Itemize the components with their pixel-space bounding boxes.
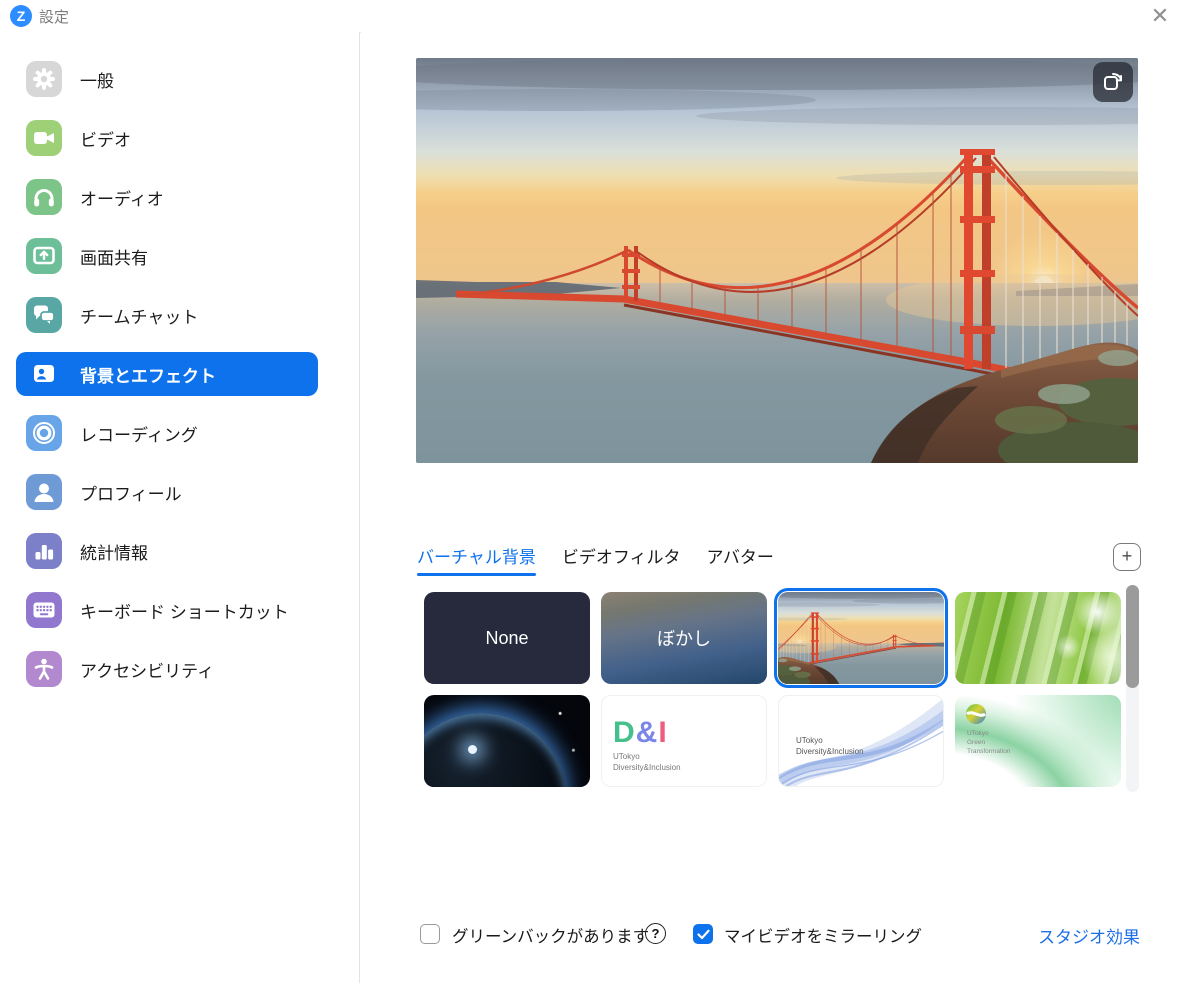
sidebar-item-label: アクセシビリティ	[80, 657, 214, 682]
gear-icon	[26, 61, 62, 97]
sidebar-item-accessibility[interactable]: アクセシビリティ	[16, 647, 318, 691]
sidebar-item-profile[interactable]: プロフィール	[16, 470, 318, 514]
footer-controls: グリーンバックがあります ? マイビデオをミラーリング スタジオ効果	[361, 922, 1194, 954]
thumbnail-grass[interactable]	[955, 592, 1121, 684]
thumbnail-diversity-inclusion-logo[interactable]: D&I UTokyoDiversity&Inclusion	[601, 695, 767, 787]
golden-gate-preview-image	[416, 58, 1138, 463]
thumbnail-green-transformation[interactable]: UTokyoGreenTransformation	[955, 695, 1121, 787]
headphones-icon	[26, 179, 62, 215]
tab-label: ビデオフィルタ	[562, 548, 681, 567]
sidebar-item-label: 画面共有	[80, 244, 148, 269]
help-icon[interactable]: ?	[645, 923, 666, 944]
sidebar-item-label: プロフィール	[80, 480, 182, 505]
bar-chart-icon	[26, 533, 62, 569]
sidebar-item-label: チームチャット	[80, 303, 198, 328]
sidebar-item-label: 統計情報	[80, 539, 148, 564]
sidebar-item-label: ビデオ	[80, 126, 131, 151]
zoom-logo-icon: Z	[10, 5, 32, 27]
sidebar-item-label: キーボード ショートカット	[80, 598, 289, 623]
rotate-preview-button[interactable]	[1093, 62, 1133, 102]
checkmark-icon	[697, 929, 710, 940]
thumbnail-diversity-inclusion-wave[interactable]: UTokyoDiversity&Inclusion	[778, 695, 944, 787]
sidebar-item-statistics[interactable]: 統計情報	[16, 529, 318, 573]
accessibility-icon	[26, 651, 62, 687]
sidebar-item-label: 一般	[80, 67, 114, 92]
thumbnail-golden-gate-selected[interactable]	[778, 592, 944, 684]
green-screen-label: グリーンバックがあります	[452, 923, 649, 947]
sidebar-item-background-effects[interactable]: 背景とエフェクト	[16, 352, 318, 396]
active-tab-underline	[417, 573, 536, 576]
sidebar-item-general[interactable]: 一般	[16, 57, 318, 101]
mirror-video-checkbox[interactable]	[693, 924, 713, 944]
thumbnail-scrollbar-track[interactable]	[1126, 585, 1139, 792]
settings-sidebar: 一般 ビデオ オーディオ 画面共有	[0, 32, 360, 983]
tab-video-filter[interactable]: ビデオフィルタ	[562, 543, 681, 582]
earth-globe-graphic	[424, 713, 566, 787]
thumbnail-earth[interactable]	[424, 695, 590, 787]
mirror-video-label: マイビデオをミラーリング	[724, 923, 922, 947]
tab-label: アバター	[707, 548, 774, 567]
thumbnail-none[interactable]: None	[424, 592, 590, 684]
sidebar-item-audio[interactable]: オーディオ	[16, 175, 318, 219]
window-title: 設定	[39, 6, 69, 27]
thumbnail-label: ぼかし	[601, 592, 767, 684]
golden-gate-thumbnail-image	[778, 592, 944, 684]
record-circle-icon	[26, 415, 62, 451]
profile-person-icon	[26, 474, 62, 510]
sun-flare-graphic	[468, 745, 477, 754]
dandi-logo: D&I	[613, 718, 681, 748]
sidebar-item-screen-share[interactable]: 画面共有	[16, 234, 318, 278]
gx-caption: UTokyoGreenTransformation	[967, 729, 1010, 756]
title-bar: Z 設定 ✕	[0, 0, 1194, 33]
sidebar-item-team-chat[interactable]: チームチャット	[16, 293, 318, 337]
screen-share-icon	[26, 238, 62, 274]
wave-caption: UTokyoDiversity&Inclusion	[796, 736, 864, 758]
gx-logo	[965, 703, 987, 725]
sidebar-item-recording[interactable]: レコーディング	[16, 411, 318, 455]
video-camera-icon	[26, 120, 62, 156]
keyboard-icon	[26, 592, 62, 628]
sidebar-item-label: 背景とエフェクト	[80, 362, 216, 387]
background-thumbnail-grid: None ぼかし D&I UTokyoDiversity&Inclusion	[424, 592, 1121, 787]
main-panel: バーチャル背景 ビデオフィルタ アバター + None ぼかし	[361, 32, 1194, 983]
sidebar-item-video[interactable]: ビデオ	[16, 116, 318, 160]
tab-avatar[interactable]: アバター	[707, 543, 774, 582]
close-icon[interactable]: ✕	[1138, 0, 1182, 31]
sidebar-item-label: オーディオ	[80, 185, 164, 210]
add-background-button[interactable]: +	[1113, 543, 1141, 571]
background-tabs: バーチャル背景 ビデオフィルタ アバター	[417, 543, 774, 582]
background-person-icon	[26, 356, 62, 392]
sidebar-item-keyboard-shortcuts[interactable]: キーボード ショートカット	[16, 588, 318, 632]
thumbnail-scrollbar-thumb[interactable]	[1126, 585, 1139, 688]
sidebar-item-label: レコーディング	[80, 421, 198, 446]
chat-bubbles-icon	[26, 297, 62, 333]
tab-label: バーチャル背景	[417, 548, 536, 567]
thumbnail-blur[interactable]: ぼかし	[601, 592, 767, 684]
tab-virtual-background[interactable]: バーチャル背景	[417, 543, 536, 582]
rotate-icon	[1100, 69, 1126, 95]
studio-effects-link[interactable]: スタジオ効果	[1038, 923, 1140, 948]
dandi-caption: UTokyoDiversity&Inclusion	[613, 752, 681, 774]
video-preview	[416, 58, 1138, 463]
green-screen-checkbox[interactable]	[420, 924, 440, 944]
thumbnail-label: None	[424, 592, 590, 684]
